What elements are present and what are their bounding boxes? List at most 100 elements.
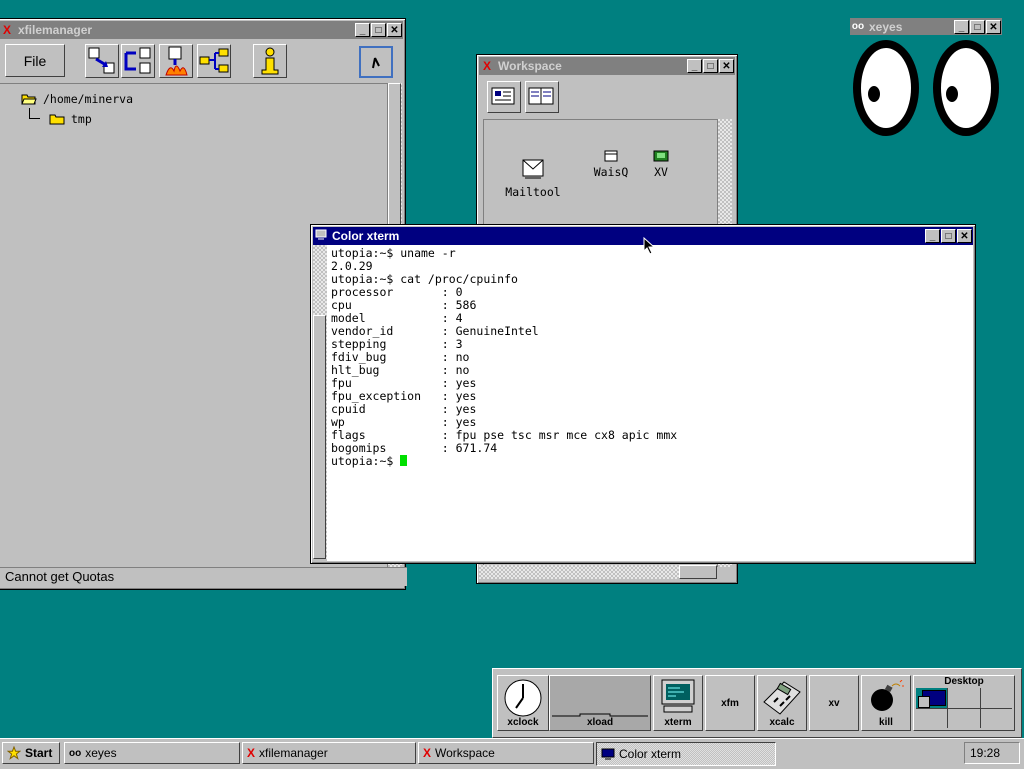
documents-icon [528, 87, 554, 105]
info-button[interactable] [253, 44, 287, 78]
window-title: Workspace [498, 59, 562, 73]
xterm-window: Color xterm _ □ ✕ utopia:~$ uname -r 2.0.… [310, 224, 976, 564]
bomb-icon [871, 680, 904, 711]
hscroll-thumb[interactable] [679, 565, 717, 579]
tree-connector [29, 108, 40, 119]
xeyes-window: oo xeyes _ □ ✕ [850, 18, 1002, 140]
terminal-icon [661, 679, 695, 713]
task-color-xterm[interactable]: Color xterm [596, 742, 776, 766]
clock-text: 19:28 [970, 746, 1001, 760]
load-graph [552, 713, 648, 717]
pager-desk-4[interactable] [916, 708, 948, 728]
pager-desk-5[interactable] [948, 708, 980, 728]
task-label: Color xterm [619, 747, 682, 761]
taskbar: Start oo xeyes X xfilemanager X Workspac… [0, 738, 1024, 769]
taskbar-clock: 19:28 [964, 742, 1020, 764]
xterm-scrollbar[interactable] [313, 245, 328, 559]
workspace-hscrollbar[interactable] [479, 565, 717, 579]
tree-item-home[interactable]: /home/minerva [21, 92, 133, 106]
move-icon [124, 47, 151, 74]
xterm-terminal[interactable]: utopia:~$ uname -r 2.0.29 utopia:~$ cat /p… [327, 245, 973, 561]
link-button[interactable] [197, 44, 231, 78]
xfilemanager-titlebar[interactable]: X xfilemanager _ □ ✕ [0, 21, 403, 39]
dock-xcalc[interactable]: xcalc [757, 675, 807, 731]
dock-xfm[interactable]: xfm [705, 675, 755, 731]
workspace-tool-button-1[interactable] [487, 81, 521, 113]
dock-label: xcalc [769, 717, 795, 728]
info-icon [261, 47, 279, 75]
x-logo-icon: X [2, 23, 11, 37]
xeyes-titlebar[interactable]: oo xeyes _ □ ✕ [850, 18, 1002, 35]
clock-icon [504, 679, 542, 717]
workspace-tool-button-2[interactable] [525, 81, 559, 113]
dock-xload[interactable]: xload [549, 675, 651, 731]
left-pupil [868, 86, 880, 102]
folder-icon [49, 114, 65, 125]
task-xeyes[interactable]: oo xeyes [64, 742, 240, 764]
prompt-text: utopia:~$ [331, 454, 401, 468]
dock-xv[interactable]: xv [809, 675, 859, 731]
minimize-button[interactable]: _ [954, 19, 969, 34]
dock-kill[interactable]: kill [861, 675, 911, 731]
dock-label: kill [879, 717, 893, 728]
maximize-button[interactable]: □ [371, 23, 386, 37]
mouse-pointer-icon [643, 236, 656, 255]
workspace-item-xv[interactable]: XV [646, 150, 676, 179]
delete-button[interactable] [159, 44, 193, 78]
task-xfilemanager[interactable]: X xfilemanager [242, 742, 416, 764]
xv-icon [653, 150, 669, 162]
workspace-item-mailtool[interactable]: Mailtool [498, 156, 568, 199]
minimize-button[interactable]: _ [355, 23, 370, 37]
task-label: xeyes [85, 746, 117, 760]
waisq-label: WaisQ [593, 165, 629, 179]
task-label: xfilemanager [259, 746, 328, 760]
file-menu-button[interactable]: File [5, 44, 65, 77]
right-pupil [946, 86, 958, 102]
close-button[interactable]: ✕ [957, 229, 972, 243]
minimize-button[interactable]: _ [925, 229, 940, 243]
maximize-button[interactable]: □ [941, 229, 956, 243]
calculator-icon [763, 681, 801, 715]
pager-desk-3[interactable] [980, 688, 1012, 708]
link-icon [199, 48, 229, 73]
minimize-button[interactable]: _ [687, 59, 702, 73]
task-workspace[interactable]: X Workspace [418, 742, 594, 764]
x-logo-icon: X [247, 746, 256, 760]
pager-desk-6[interactable] [980, 708, 1012, 728]
open-folder-icon [21, 94, 37, 105]
xv-label: XV [654, 165, 668, 179]
window-title: xfilemanager [18, 23, 93, 37]
tree-item-tmp[interactable]: tmp [49, 112, 92, 126]
maximize-button[interactable]: □ [703, 59, 718, 73]
dock-label: xterm [664, 717, 692, 728]
eyes-icon: oo [69, 747, 82, 759]
start-button[interactable]: Start [2, 742, 60, 764]
close-button[interactable]: ✕ [719, 59, 734, 73]
dock-xterm[interactable]: xterm [653, 675, 703, 731]
tree-label-home: /home/minerva [43, 92, 134, 106]
pager-desk-1[interactable] [916, 688, 948, 708]
pager-desk-2[interactable] [948, 688, 980, 708]
x-logo-icon: X [482, 59, 491, 73]
application-dock: xclock xload xterm xfm xcalc xv kill Des… [492, 668, 1022, 738]
desktop-pager[interactable]: Desktop [913, 675, 1015, 731]
x-logo-icon: X [423, 746, 432, 760]
close-button[interactable]: ✕ [387, 23, 402, 37]
pointer-button[interactable] [359, 46, 393, 78]
workspace-titlebar[interactable]: X Workspace _ □ ✕ [479, 57, 735, 75]
move-button[interactable] [121, 44, 155, 78]
file-menu-label: File [23, 52, 47, 69]
mailtool-icon [522, 159, 544, 179]
waisq-icon [604, 150, 618, 162]
dock-xclock[interactable]: xclock [497, 675, 549, 731]
xterm-scroll-thumb[interactable] [313, 315, 326, 559]
close-button[interactable]: ✕ [986, 19, 1001, 34]
pager-grid[interactable] [916, 688, 1012, 728]
mailtool-label: Mailtool [505, 185, 561, 199]
workspace-item-waisq[interactable]: WaisQ [586, 150, 636, 179]
copy-button[interactable] [85, 44, 119, 78]
pointer-icon [372, 57, 380, 69]
window-title: xeyes [869, 19, 903, 34]
maximize-button[interactable]: □ [970, 19, 985, 34]
pager-label: Desktop [944, 676, 984, 687]
